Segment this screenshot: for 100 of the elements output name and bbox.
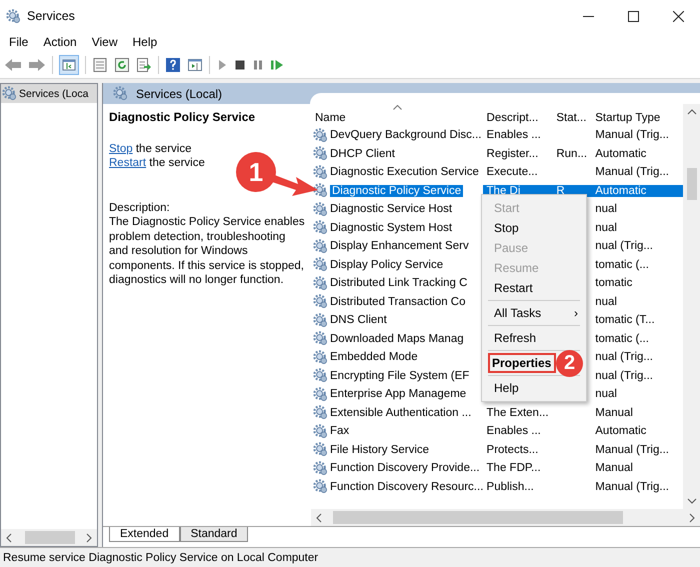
table-cell: tomatic (... — [595, 332, 649, 345]
properties-icon[interactable] — [92, 57, 108, 73]
gear-icon — [313, 220, 328, 236]
tree-item[interactable]: Services (Loca — [1, 84, 97, 103]
help-icon[interactable] — [165, 57, 181, 73]
table-cell: Manual (Trig... — [595, 444, 669, 456]
scroll-right-icon[interactable] — [85, 532, 93, 542]
view-tab[interactable]: Extended — [109, 527, 180, 542]
gear-icon — [313, 146, 328, 162]
table-cell: Automatic — [595, 148, 646, 160]
play-icon[interactable] — [216, 59, 228, 71]
vertical-scrollbar[interactable] — [683, 104, 700, 509]
table-cell[interactable]: Diagnostic System Host — [330, 222, 452, 234]
description-label: Description: — [109, 200, 171, 215]
table-cell[interactable]: Embedded Mode — [330, 351, 418, 364]
table-cell: tomatic (T... — [595, 314, 655, 326]
horizontal-scrollbar[interactable] — [311, 509, 700, 526]
table-cell: nual — [595, 203, 617, 216]
scroll-thumb[interactable] — [686, 168, 696, 200]
table-cell[interactable]: Display Enhancement Serv — [330, 240, 469, 252]
menu-item[interactable]: Help — [132, 35, 158, 49]
scroll-thumb[interactable] — [25, 531, 75, 544]
menu-item[interactable]: Help — [482, 378, 586, 398]
export-icon[interactable] — [136, 57, 152, 73]
status-bar: Resume service Diagnostic Policy Service on Local Computer — [0, 547, 700, 567]
menu-item[interactable]: File — [9, 35, 28, 49]
gear-icon — [313, 424, 328, 439]
sort-caret-icon — [393, 105, 402, 110]
table-cell: Manual — [595, 406, 633, 419]
action-pane-icon[interactable] — [187, 57, 203, 73]
menu-item[interactable]: Properties — [488, 353, 556, 373]
table-cell[interactable]: DNS Client — [330, 314, 387, 326]
menu-item[interactable]: All Tasks › — [482, 303, 586, 323]
table-cell: Execute... — [486, 166, 538, 178]
action-link[interactable]: Stop — [109, 142, 133, 154]
scroll-left-icon[interactable] — [5, 532, 13, 542]
refresh-icon[interactable] — [114, 57, 130, 73]
pause-icon[interactable] — [252, 59, 264, 71]
menu-item[interactable]: View — [92, 35, 118, 49]
column-header[interactable]: Name — [311, 112, 483, 124]
scroll-right-icon[interactable] — [688, 512, 696, 522]
gear-icon — [313, 386, 328, 402]
table-cell[interactable]: Diagnostic Execution Service — [330, 166, 479, 178]
table-cell[interactable]: Downloaded Maps Manag — [330, 332, 464, 345]
menu-item[interactable]: Action — [43, 35, 77, 49]
table-cell: nual — [595, 388, 617, 400]
table-cell[interactable]: Function Discovery Provide... — [330, 462, 480, 474]
menu-item[interactable]: Refresh — [482, 328, 586, 348]
view-tab[interactable]: Standard — [180, 527, 248, 542]
table-cell[interactable]: Distributed Link Tracking C — [330, 277, 468, 290]
table-cell: nual (Trig... — [595, 240, 653, 252]
gear-icon — [313, 442, 328, 458]
table-cell: Manual (Trig... — [595, 166, 669, 178]
table-cell[interactable]: Diagnostic Policy Service — [330, 184, 464, 197]
back-icon[interactable] — [4, 58, 22, 72]
action-line: Stop the service — [109, 142, 192, 156]
action-link[interactable]: Restart — [109, 157, 146, 169]
table-cell: Publish... — [486, 480, 534, 493]
column-header[interactable]: Stat... — [552, 112, 592, 124]
table-cell: nual — [595, 222, 617, 234]
gear-icon — [313, 238, 328, 254]
table-cell[interactable]: DHCP Client — [330, 148, 395, 160]
column-header[interactable]: Descript... — [482, 112, 552, 124]
gear-icon — [313, 368, 328, 384]
table-cell: Manual — [595, 462, 633, 474]
window-title: Services — [27, 9, 75, 23]
table-cell[interactable]: Diagnostic Service Host — [330, 203, 452, 216]
table-cell[interactable]: Enterprise App Manageme — [330, 388, 466, 400]
column-header[interactable]: Startup Type — [591, 112, 683, 124]
table-cell: Run... — [556, 148, 588, 160]
table-cell: Enables ... — [486, 129, 541, 142]
menu-item[interactable]: Restart — [482, 278, 586, 298]
gear-icon — [313, 350, 328, 365]
horizontal-scrollbar[interactable] — [1, 529, 97, 546]
table-cell[interactable]: DevQuery Background Disc... — [330, 129, 482, 142]
table-cell[interactable]: File History Service — [330, 444, 430, 456]
scroll-thumb[interactable] — [333, 511, 623, 524]
gear-icon — [313, 183, 328, 198]
console-tree-icon[interactable] — [59, 55, 79, 75]
maximize-icon[interactable] — [628, 10, 639, 22]
gear-icon — [313, 164, 328, 180]
table-cell: Manual (Trig... — [595, 129, 669, 142]
scroll-down-icon[interactable] — [686, 497, 696, 505]
stop-icon[interactable] — [234, 59, 246, 71]
gear-icon — [313, 331, 328, 346]
table-cell[interactable]: Encrypting File System (EF — [330, 370, 470, 382]
table-cell[interactable]: Fax — [330, 425, 350, 438]
restart-icon[interactable] — [270, 59, 284, 71]
close-icon[interactable] — [673, 10, 684, 22]
menu-item[interactable]: Stop — [482, 218, 586, 238]
table-cell[interactable]: Function Discovery Resourc... — [330, 480, 483, 493]
forward-icon[interactable] — [28, 58, 46, 72]
scroll-left-icon[interactable] — [315, 512, 323, 522]
gear-icon — [313, 312, 328, 328]
table-cell[interactable]: Distributed Transaction Co — [330, 296, 466, 308]
gear-icon — [313, 479, 328, 494]
table-cell[interactable]: Display Policy Service — [330, 258, 444, 271]
table-cell: The Di — [486, 184, 520, 197]
scroll-up-icon[interactable] — [686, 108, 696, 116]
table-cell[interactable]: Extensible Authentication ... — [330, 406, 472, 419]
